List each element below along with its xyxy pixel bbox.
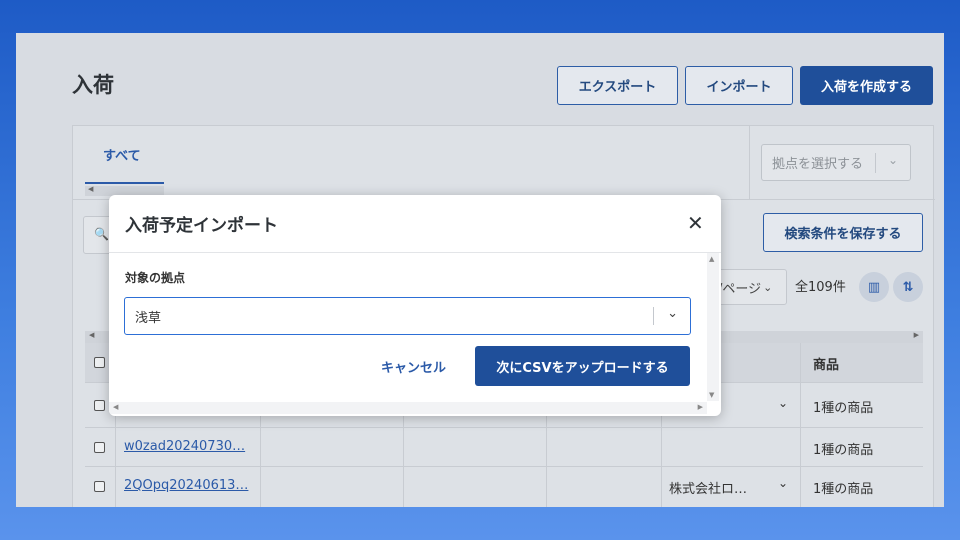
arrival-id-link[interactable]: w0zad20240730…	[124, 439, 245, 454]
chevron-down-icon: ⌄	[763, 280, 773, 294]
scroll-left-icon[interactable]: ◀	[113, 403, 118, 411]
location-field-label: 対象の拠点	[125, 271, 186, 285]
save-search-button[interactable]: 検索条件を保存する	[763, 213, 923, 252]
export-button[interactable]: エクスポート	[557, 66, 678, 105]
row-checkbox[interactable]	[94, 442, 105, 453]
scroll-up-icon[interactable]: ▲	[709, 255, 714, 263]
supplier-cell: 株式会社ロ…	[669, 482, 748, 497]
dialog-scrollbar[interactable]: ◀ ▶	[109, 402, 707, 414]
divider	[661, 467, 662, 507]
per-page-select[interactable]: /ページ ⌄	[713, 269, 787, 305]
divider	[749, 126, 750, 199]
upload-csv-button[interactable]: 次にCSVをアップロードする	[475, 346, 690, 386]
row-checkbox[interactable]	[94, 481, 105, 492]
dialog-scrollbar[interactable]: ▲ ▼	[707, 253, 719, 401]
divider	[115, 428, 116, 467]
divider	[403, 467, 404, 507]
scroll-right-icon[interactable]: ▶	[914, 331, 919, 339]
scroll-right-icon[interactable]: ▶	[698, 403, 703, 411]
divider	[260, 428, 261, 467]
table-row[interactable]: 2QOpq20240613… 株式会社ロ… ⌄ 1種の商品	[85, 467, 923, 507]
arrival-id-link[interactable]: 2QOpq20240613…	[124, 478, 248, 493]
scroll-down-icon[interactable]: ▼	[709, 391, 714, 399]
divider	[800, 383, 801, 428]
columns-icon[interactable]: ▥	[859, 272, 889, 302]
chevron-down-icon: ⌄	[667, 306, 678, 321]
divider	[403, 428, 404, 467]
divider	[260, 467, 261, 507]
location-select[interactable]: 浅草 ⌄	[124, 297, 691, 335]
row-checkbox[interactable]	[94, 400, 105, 411]
divider	[800, 467, 801, 507]
close-icon[interactable]: ✕	[687, 211, 704, 235]
product-column-header: 商品	[813, 358, 840, 373]
tab-active-indicator	[85, 182, 164, 184]
chevron-down-icon[interactable]: ⌄	[778, 476, 788, 490]
sort-icon[interactable]: ⇅	[893, 272, 923, 302]
location-select-value: 浅草	[135, 311, 162, 326]
scroll-left-icon[interactable]: ◀	[89, 331, 94, 339]
search-icon: 🔍	[94, 227, 109, 241]
divider	[109, 252, 721, 253]
chevron-down-icon: ⌄	[887, 153, 898, 167]
page-title: 入荷	[72, 73, 114, 97]
product-cell: 1種の商品	[813, 443, 874, 458]
cancel-button[interactable]: キャンセル	[381, 357, 446, 376]
divider	[800, 343, 801, 383]
dialog-title: 入荷予定インポート	[125, 216, 278, 236]
divider	[800, 428, 801, 467]
location-filter-placeholder: 拠点を選択する	[772, 157, 864, 172]
tab-all[interactable]: すべて	[103, 145, 141, 164]
divider	[115, 467, 116, 507]
scroll-left-icon[interactable]: ◀	[88, 185, 93, 193]
table-row[interactable]: w0zad20240730… 1種の商品	[85, 428, 923, 467]
divider	[661, 428, 662, 467]
divider	[546, 467, 547, 507]
select-all-checkbox[interactable]	[94, 357, 105, 368]
divider	[875, 153, 876, 173]
chevron-down-icon[interactable]: ⌄	[778, 396, 788, 410]
total-count: 全109件	[795, 280, 846, 295]
import-dialog: 入荷予定インポート ✕ 対象の拠点 浅草 ⌄ キャンセル 次にCSVをアップロー…	[109, 195, 721, 416]
divider	[653, 307, 654, 325]
product-cell: 1種の商品	[813, 401, 874, 416]
import-button[interactable]: インポート	[685, 66, 793, 105]
divider	[546, 428, 547, 467]
product-cell: 1種の商品	[813, 482, 874, 497]
create-arrival-button[interactable]: 入荷を作成する	[800, 66, 933, 105]
location-filter-select[interactable]: 拠点を選択する ⌄	[761, 144, 911, 181]
per-page-label: /ページ	[718, 281, 762, 297]
